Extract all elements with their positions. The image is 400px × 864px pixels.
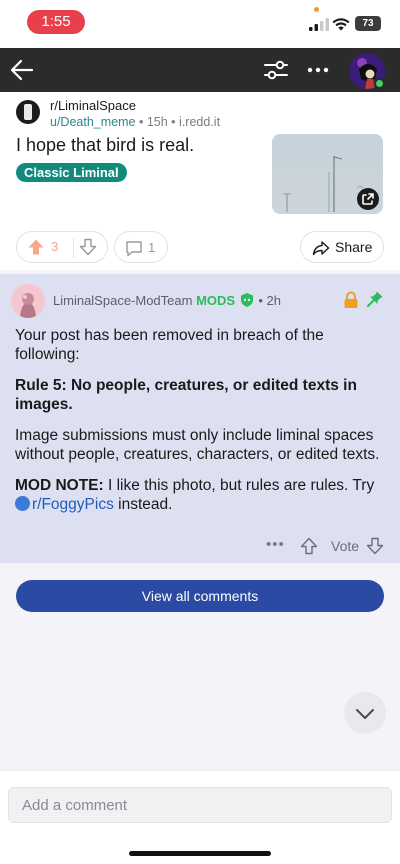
comment-downvote-icon[interactable] (366, 537, 384, 555)
cellular-signal-icon (309, 18, 329, 31)
post-author[interactable]: u/Death_meme (50, 115, 135, 129)
privacy-indicator-dot (314, 7, 319, 12)
comment-bubble-icon (126, 241, 142, 257)
post-meta: u/Death_meme • 15h • i.redd.it (50, 115, 220, 129)
post-title[interactable]: I hope that bird is real. (16, 135, 194, 156)
online-status-dot (374, 78, 385, 89)
downvote-icon[interactable] (79, 238, 97, 256)
post-thumbnail[interactable] (272, 134, 383, 214)
comment-vote-label: Vote (331, 538, 360, 554)
post-age: 15h (146, 115, 168, 129)
mod-note-text: I like this photo, but rules are rules. … (103, 477, 375, 494)
back-arrow-icon[interactable] (8, 56, 36, 84)
home-indicator (129, 851, 271, 856)
post-domain[interactable]: i.redd.it (179, 115, 220, 129)
comments-button[interactable]: 1 (114, 231, 168, 263)
status-time: 1:55 (27, 10, 85, 34)
add-comment-input[interactable] (8, 787, 392, 823)
wifi-icon (332, 18, 350, 31)
mod-note-label: MOD NOTE: (15, 477, 104, 494)
share-label: Share (335, 239, 373, 255)
removal-notice: Your post has been removed in breach of … (15, 327, 324, 363)
post-card: r/LiminalSpace u/Death_meme • 15h • i.re… (0, 92, 400, 270)
chevron-down-icon (356, 709, 374, 719)
comment-more-options-icon[interactable]: ••• (266, 536, 285, 553)
post-vote-count: 3 (51, 239, 59, 254)
upvote-icon[interactable] (27, 238, 45, 256)
mod-note-tail: instead. (113, 496, 173, 513)
sort-filter-icon[interactable] (263, 58, 289, 82)
pin-icon (367, 291, 383, 307)
meta-separator: • (138, 115, 144, 129)
vote-divider (73, 238, 74, 258)
subreddit-name[interactable]: r/LiminalSpace (50, 98, 136, 113)
mod-comment: LiminalSpace-ModTeam MODS • 2h Your post… (0, 274, 400, 563)
mod-avatar[interactable] (11, 284, 45, 318)
share-button[interactable]: Share (300, 231, 384, 263)
mods-badge: MODS (196, 293, 236, 308)
battery-indicator: 73 (355, 16, 381, 31)
mod-shield-icon (240, 293, 253, 307)
subreddit-link-icon[interactable] (15, 496, 30, 511)
more-options-icon[interactable] (306, 58, 330, 82)
rule-description: Image submissions must only include limi… (15, 427, 380, 463)
comment-count: 1 (148, 240, 156, 255)
scroll-down-button[interactable] (344, 692, 386, 734)
view-all-comments-button[interactable]: View all comments (16, 580, 384, 612)
share-arrow-icon (312, 241, 330, 256)
mod-note: MOD NOTE: I like this photo, but rules a… (15, 476, 387, 514)
lock-icon (344, 291, 358, 308)
meta-separator: • (258, 293, 263, 308)
mod-comment-actions: ••• Vote (0, 536, 400, 558)
external-link-icon[interactable] (357, 188, 379, 210)
rule-text: Rule 5: No people, creatures, or edited … (15, 377, 357, 413)
post-flair[interactable]: Classic Liminal (16, 163, 127, 182)
mod-comment-age: 2h (266, 293, 281, 308)
mod-comment-header: LiminalSpace-ModTeam MODS • 2h (53, 292, 281, 308)
top-nav-bar (0, 48, 400, 92)
mod-avatar-image (11, 284, 45, 318)
subreddit-icon[interactable] (16, 100, 40, 124)
comment-composer (0, 770, 400, 864)
status-bar: 1:55 73 (0, 0, 400, 48)
mod-comment-body: Your post has been removed in breach of … (15, 326, 387, 526)
mod-author[interactable]: LiminalSpace-ModTeam (53, 293, 192, 308)
comment-upvote-icon[interactable] (300, 537, 318, 555)
foggypics-link[interactable]: r/FoggyPics (32, 496, 114, 513)
post-vote-control: 3 (16, 231, 108, 263)
meta-separator: • (171, 115, 176, 129)
